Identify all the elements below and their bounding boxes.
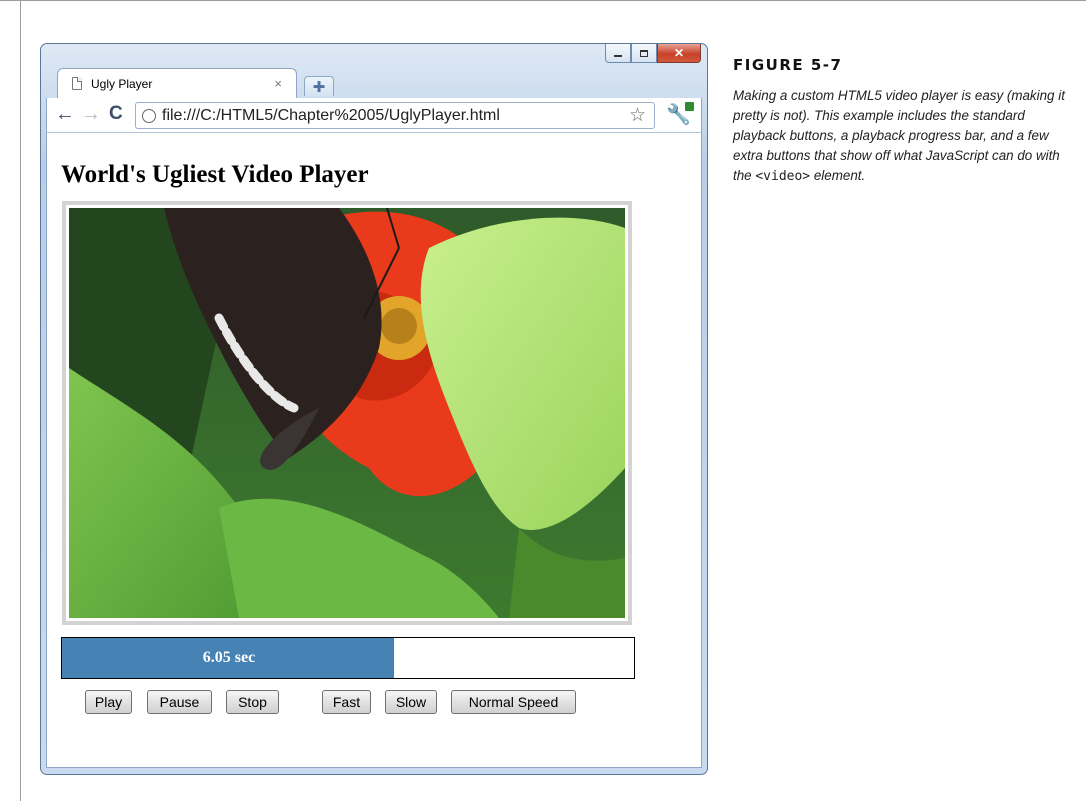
page-icon bbox=[72, 77, 82, 90]
minimize-button[interactable] bbox=[605, 44, 631, 63]
figure-caption: Making a custom HTML5 video player is ea… bbox=[733, 86, 1068, 187]
globe-icon bbox=[142, 108, 156, 123]
bookmark-star-icon[interactable]: ☆ bbox=[629, 104, 646, 127]
video-player[interactable] bbox=[62, 201, 632, 625]
maximize-icon bbox=[640, 49, 648, 57]
browser-toolbar: ← → C file:///C:/HTML5/Chapter%2005/Ugly… bbox=[46, 98, 702, 132]
address-bar[interactable]: file:///C:/HTML5/Chapter%2005/UglyPlayer… bbox=[135, 102, 655, 129]
tab-close-icon[interactable]: × bbox=[274, 76, 282, 91]
back-arrow-icon[interactable]: ← bbox=[55, 103, 75, 125]
fast-button[interactable]: Fast bbox=[322, 690, 371, 714]
page-title: World's Ugliest Video Player bbox=[61, 161, 369, 188]
minimize-icon bbox=[614, 55, 622, 57]
new-tab-button[interactable]: ✚ bbox=[304, 76, 334, 96]
figure-label: FIGURE 5-7 bbox=[733, 56, 843, 74]
browser-window: ✕ Ugly Player × ✚ ← → C file:///C:/HTML5… bbox=[40, 43, 708, 775]
play-button[interactable]: Play bbox=[85, 690, 132, 714]
pause-button[interactable]: Pause bbox=[147, 690, 212, 714]
caption-code: <video> bbox=[755, 169, 811, 184]
stop-button[interactable]: Stop bbox=[226, 690, 279, 714]
close-window-button[interactable]: ✕ bbox=[657, 44, 701, 63]
video-frame-image bbox=[69, 208, 625, 618]
progress-bar: 6.05 sec bbox=[61, 637, 635, 679]
maximize-button[interactable] bbox=[631, 44, 657, 63]
page-frame-left bbox=[20, 0, 21, 801]
forward-arrow-icon[interactable]: → bbox=[81, 103, 101, 125]
slow-button[interactable]: Slow bbox=[385, 690, 437, 714]
normal-speed-button[interactable]: Normal Speed bbox=[451, 690, 576, 714]
reload-icon[interactable]: C bbox=[109, 103, 123, 125]
tab-title: Ugly Player bbox=[91, 76, 153, 91]
page-frame-top bbox=[0, 0, 1086, 1]
url-text: file:///C:/HTML5/Chapter%2005/UglyPlayer… bbox=[162, 106, 500, 124]
page-content: World's Ugliest Video Player 6.05 sec Pl… bbox=[46, 132, 702, 768]
window-controls: ✕ bbox=[605, 44, 701, 65]
progress-time-text: 6.05 sec bbox=[202, 649, 256, 666]
close-icon: ✕ bbox=[673, 46, 685, 60]
wrench-menu-button[interactable]: 🔧 bbox=[666, 102, 694, 128]
update-badge-icon bbox=[685, 102, 694, 111]
caption-text-end: element. bbox=[810, 168, 866, 183]
plus-icon: ✚ bbox=[312, 78, 326, 96]
tab-ugly-player[interactable]: Ugly Player × bbox=[57, 68, 297, 98]
